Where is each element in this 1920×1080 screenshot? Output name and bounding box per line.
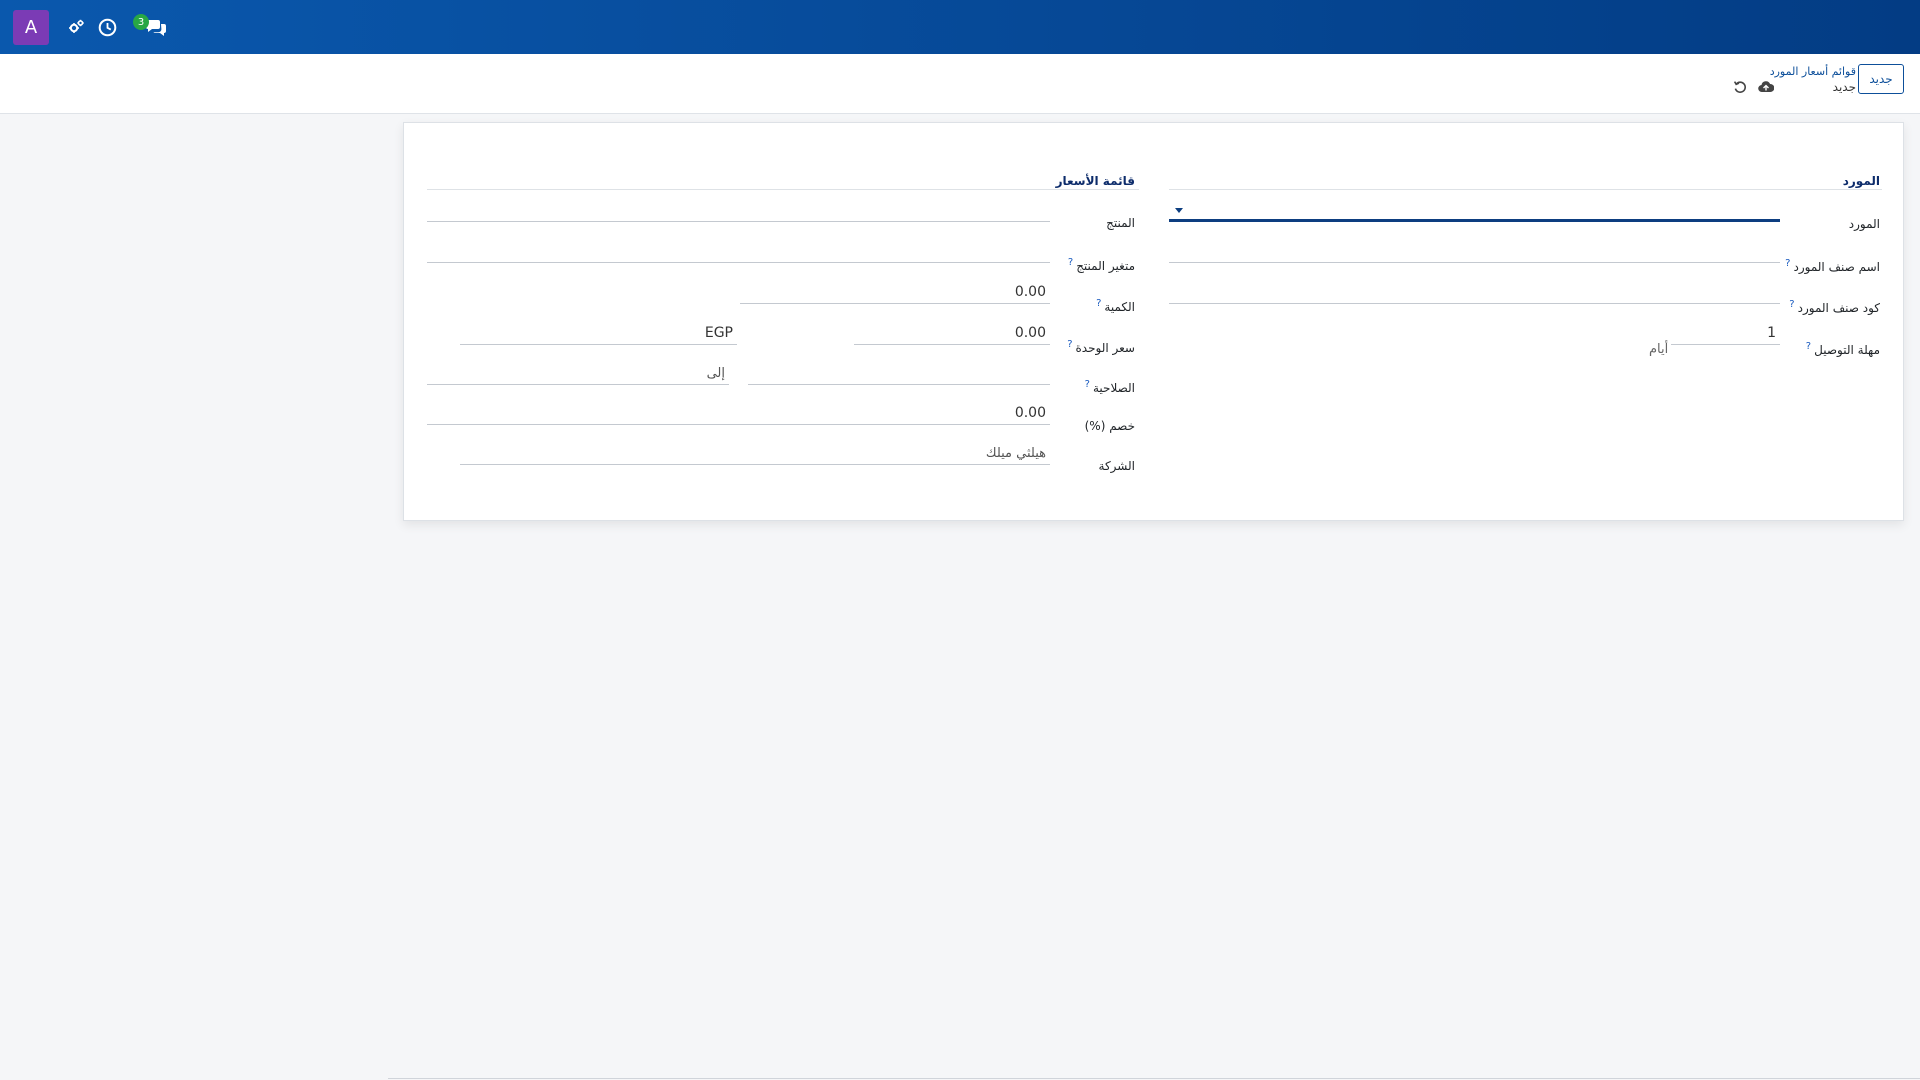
product-input[interactable]: [427, 200, 1050, 222]
pricelist-group-title: قائمة الأسعار: [1055, 174, 1135, 188]
help-icon[interactable]: ?: [1067, 339, 1072, 350]
chevron-down-icon: [1175, 208, 1183, 213]
control-panel: جديد قوائم أسعار المورد جديد: [0, 54, 1920, 114]
delivery-lead-time-input[interactable]: 1: [1671, 323, 1780, 345]
discount-value: 0.00: [1014, 405, 1046, 421]
cloud-save-icon[interactable]: [1757, 78, 1775, 96]
currency-select[interactable]: EGP: [460, 323, 737, 345]
validity-label: الصلاحية?: [1084, 379, 1135, 395]
vendor-product-name-input[interactable]: [1169, 241, 1780, 263]
delivery-lead-time-value: 1: [1767, 325, 1776, 341]
top-navbar: A 3: [0, 0, 1920, 54]
breadcrumb-current: جديد: [1832, 80, 1856, 94]
discount-label: خصم (%): [1084, 419, 1135, 433]
help-icon[interactable]: ?: [1806, 341, 1811, 352]
breadcrumb-parent-link[interactable]: قوائم أسعار المورد: [1770, 64, 1856, 79]
company-select[interactable]: هيلثي ميلك: [460, 443, 1050, 465]
quantity-value: 0.00: [1014, 284, 1046, 300]
discount-input[interactable]: 0.00: [427, 403, 1050, 425]
help-icon[interactable]: ?: [1789, 299, 1794, 310]
message-count-badge: 3: [133, 14, 149, 30]
validity-end-input[interactable]: إلى: [427, 363, 729, 385]
help-icon[interactable]: ?: [1096, 298, 1101, 309]
footer-divider: [388, 1078, 1920, 1079]
delivery-lead-time-label: مهلة التوصيل?: [1805, 341, 1880, 357]
user-avatar[interactable]: A: [13, 10, 49, 45]
vendor-product-name-label: اسم صنف المورد?: [1785, 258, 1880, 274]
unit-price-label: سعر الوحدة?: [1067, 339, 1135, 355]
discard-icon[interactable]: [1731, 78, 1749, 96]
validity-start-input[interactable]: [748, 363, 1050, 385]
vendor-label: المورد: [1848, 217, 1880, 231]
clock-icon[interactable]: [95, 15, 119, 39]
delivery-lead-time-unit: أيام: [1649, 342, 1669, 357]
new-button[interactable]: جديد: [1858, 64, 1904, 94]
product-label: المنتج: [1106, 216, 1135, 230]
vendor-group-divider: [1169, 189, 1882, 190]
breadcrumb: قوائم أسعار المورد جديد: [1770, 64, 1856, 95]
help-icon[interactable]: ?: [1068, 257, 1073, 268]
form-sheet: المورد المورد اسم صنف المورد? كود صنف ال…: [403, 122, 1904, 521]
unit-price-value: 0.00: [1014, 325, 1046, 341]
currency-value: EGP: [704, 325, 733, 341]
quantity-input[interactable]: 0.00: [740, 282, 1050, 304]
company-value: هيلثي ميلك: [985, 446, 1046, 461]
vendor-product-code-input[interactable]: [1169, 282, 1780, 304]
vendor-select[interactable]: [1169, 200, 1780, 222]
product-variant-input[interactable]: [427, 241, 1050, 263]
settings-icon[interactable]: [64, 15, 88, 39]
validity-to-label: إلى: [706, 366, 725, 381]
pricelist-group-divider: [427, 189, 1139, 190]
vendor-group-title: المورد: [1842, 174, 1880, 188]
help-icon[interactable]: ?: [1085, 379, 1090, 390]
unit-price-input[interactable]: 0.00: [854, 323, 1050, 345]
product-variant-label: متغير المنتج?: [1067, 257, 1135, 273]
vendor-product-code-label: كود صنف المورد?: [1789, 299, 1880, 315]
help-icon[interactable]: ?: [1785, 258, 1790, 269]
quantity-label: الكمية?: [1096, 298, 1135, 314]
company-label: الشركة: [1098, 459, 1135, 473]
